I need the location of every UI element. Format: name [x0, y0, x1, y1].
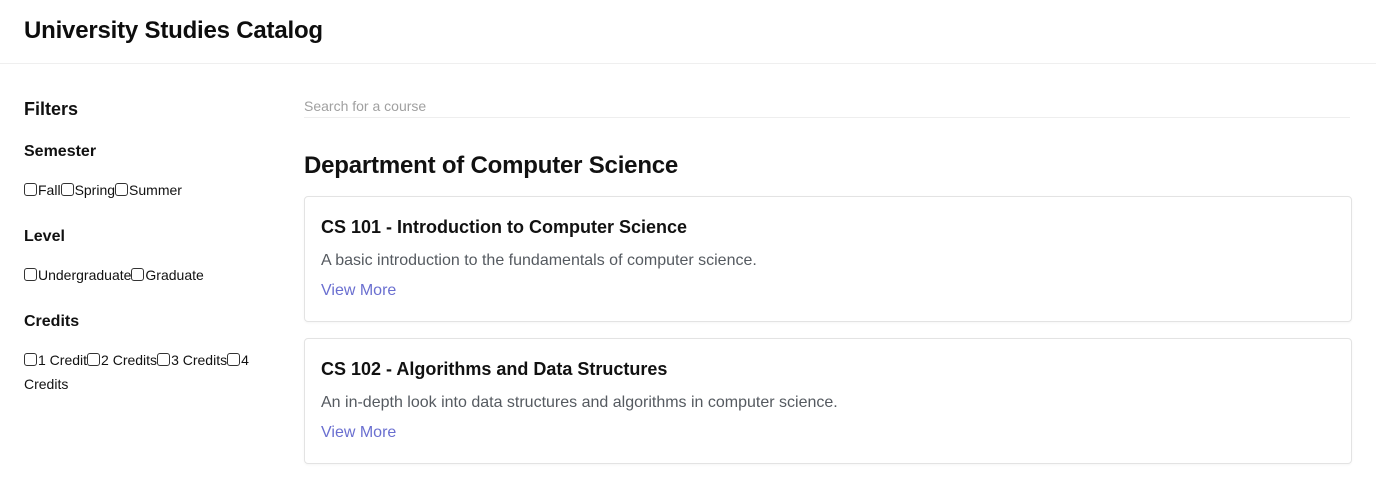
filter-option-label: Summer: [129, 182, 182, 198]
app-header: University Studies Catalog: [0, 0, 1376, 64]
search-input[interactable]: [304, 95, 1350, 118]
checkbox[interactable]: [115, 183, 129, 196]
filter-option-spring[interactable]: Spring: [60, 182, 116, 198]
checkbox[interactable]: [131, 268, 145, 281]
filter-group-title: Credits: [24, 313, 80, 330]
course-title: CS 101 - Introduction to Computer Scienc…: [321, 217, 688, 237]
filter-option-undergraduate[interactable]: Undergraduate: [24, 267, 131, 283]
filter-options: Undergraduate Graduate: [24, 263, 276, 287]
course-card: CS 102 - Algorithms and Data Structures …: [304, 338, 1352, 464]
checkbox[interactable]: [227, 353, 241, 366]
filter-option-3-credits[interactable]: 3 Credits: [157, 352, 227, 368]
filter-group-level: Level Undergraduate Graduate: [24, 227, 276, 287]
course-title: CS 102 - Algorithms and Data Structures: [321, 359, 668, 379]
filter-option-2-credits[interactable]: 2 Credits: [87, 352, 157, 368]
filter-option-fall[interactable]: Fall: [24, 182, 61, 198]
checkbox[interactable]: [24, 183, 37, 196]
filter-option-label: Undergraduate: [38, 267, 132, 283]
filter-option-graduate[interactable]: Graduate: [131, 267, 204, 283]
checkbox[interactable]: [157, 353, 171, 366]
filters-title: Filters: [24, 99, 79, 119]
course-description: An in-depth look into data structures an…: [321, 394, 838, 411]
filter-options: Fall Spring Summer: [24, 178, 276, 202]
department-title: Department of Computer Science: [304, 152, 679, 179]
checkbox[interactable]: [87, 353, 101, 366]
filter-option-summer[interactable]: Summer: [115, 182, 182, 198]
checkbox[interactable]: [60, 183, 74, 196]
filters-sidebar: Filters Semester Fall Spring Summer Level …: [24, 98, 276, 421]
checkbox[interactable]: [24, 268, 37, 281]
filter-option-label: 1 Credit: [38, 352, 88, 368]
filter-option-label: Fall: [38, 182, 61, 198]
filter-option-label: 3 Credits: [171, 352, 228, 368]
checkbox[interactable]: [24, 353, 37, 366]
filter-option-label: 2 Credits: [101, 352, 158, 368]
course-listing: Department of Computer Science CS 101 - …: [304, 64, 1352, 480]
view-more-link[interactable]: View More: [321, 422, 396, 444]
filter-group-credits: Credits 1 Credit 2 Credits 3 Credits 4 Cred…: [24, 312, 276, 396]
filter-group-semester: Semester Fall Spring Summer: [24, 142, 276, 202]
filter-options: 1 Credit 2 Credits 3 Credits 4 Credits: [24, 348, 276, 396]
filter-option-1-credit[interactable]: 1 Credit: [24, 352, 87, 368]
filter-group-title: Semester: [24, 143, 97, 160]
filter-option-label: Spring: [74, 182, 116, 198]
course-card: CS 101 - Introduction to Computer Scienc…: [304, 196, 1352, 322]
app-title: University Studies Catalog: [24, 16, 323, 44]
course-description: A basic introduction to the fundamentals…: [321, 252, 757, 269]
view-more-link[interactable]: View More: [321, 280, 396, 302]
filter-group-title: Level: [24, 228, 65, 245]
filter-option-label: Graduate: [145, 267, 204, 283]
